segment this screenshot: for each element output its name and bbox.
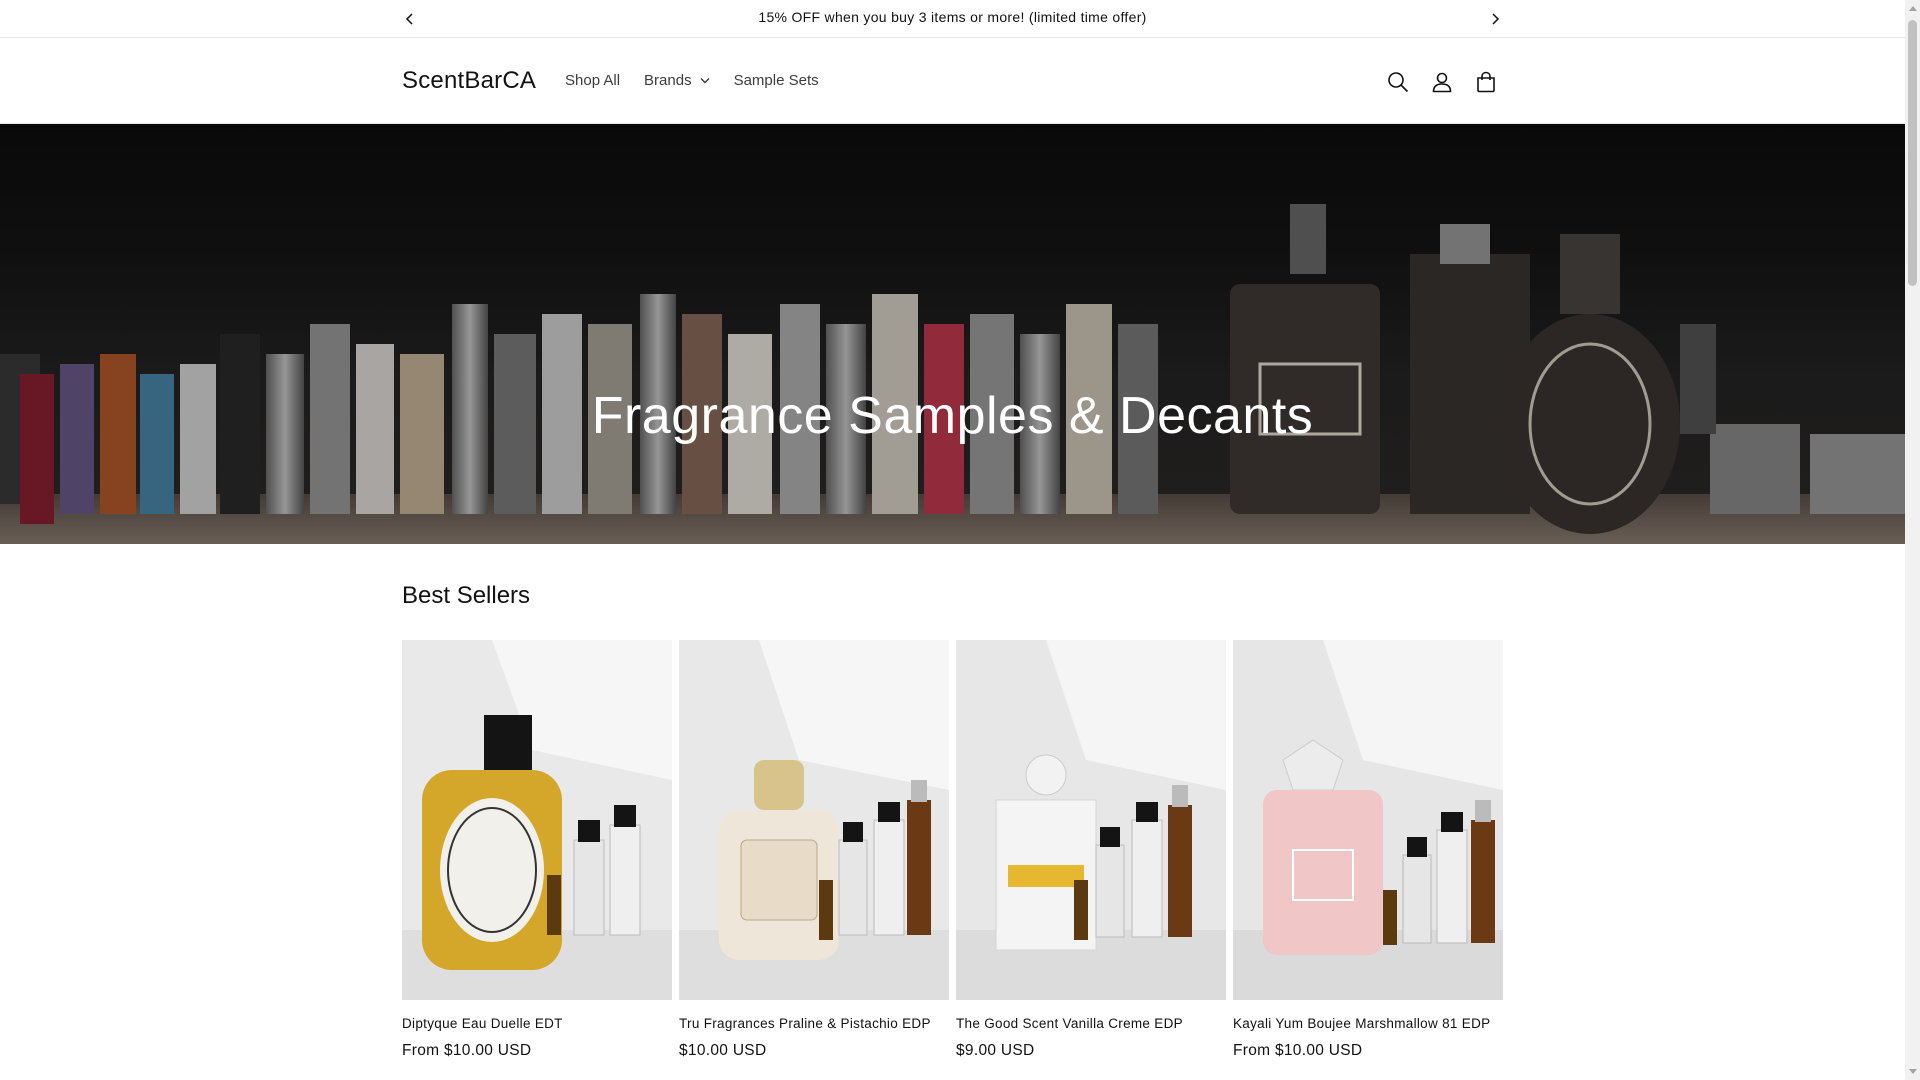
nav-item-label: Shop All: [565, 72, 621, 89]
announcement-next-button[interactable]: [1484, 8, 1506, 30]
product-price: $9.00 USD: [956, 1042, 1035, 1059]
product-image[interactable]: [1233, 640, 1503, 1000]
main-nav: Shop All Brands Sample Sets: [565, 72, 843, 89]
product-title[interactable]: Tru Fragrances Praline & Pistachio EDP: [679, 1016, 949, 1031]
site-header: ScentBarCA Shop All Brands Sample Sets: [0, 38, 1905, 124]
cart-button[interactable]: [1470, 66, 1502, 98]
section-title: Best Sellers: [402, 582, 531, 609]
product-card[interactable]: Tru Fragrances Praline & Pistachio EDP $…: [679, 640, 949, 1060]
product-title[interactable]: Diptyque Eau Duelle EDT: [402, 1016, 672, 1031]
nav-item-sample-sets[interactable]: Sample Sets: [734, 72, 819, 89]
product-photo: [679, 640, 949, 1000]
scroll-up-arrow[interactable]: [1908, 3, 1917, 13]
product-card[interactable]: Diptyque Eau Duelle EDT From $10.00 USD: [402, 640, 672, 1060]
announcement-text: 15% OFF when you buy 3 items or more! (l…: [758, 9, 1147, 25]
chevron-down-icon: [700, 77, 710, 84]
chevron-right-icon: [1492, 13, 1500, 25]
product-price: From $10.00 USD: [402, 1042, 532, 1059]
product-title[interactable]: Kayali Yum Boujee Marshmallow 81 EDP: [1233, 1016, 1503, 1031]
page-scrollbar[interactable]: [1905, 0, 1920, 1080]
page: 15% OFF when you buy 3 items or more! (l…: [0, 0, 1905, 1080]
scrollbar-thumb[interactable]: [1908, 20, 1917, 286]
header-icons: [1382, 66, 1514, 98]
product-photo: [402, 640, 672, 1000]
product-price: From $10.00 USD: [1233, 1042, 1363, 1059]
product-photo: [1233, 640, 1503, 1000]
account-button[interactable]: [1426, 66, 1458, 98]
scroll-down-arrow[interactable]: [1908, 1067, 1917, 1077]
nav-item-brands[interactable]: Brands: [644, 72, 710, 89]
product-title[interactable]: The Good Scent Vanilla Creme EDP: [956, 1016, 1226, 1031]
hero-title: Fragrance Samples & Decants: [591, 387, 1314, 445]
hero-banner: Fragrance Samples & Decants: [0, 124, 1905, 544]
nav-item-label: Brands: [644, 72, 692, 89]
product-price: $10.00 USD: [679, 1042, 767, 1059]
search-button[interactable]: [1382, 66, 1414, 98]
product-grid: Diptyque Eau Duelle EDT From $10.00 USD: [402, 640, 1510, 1060]
product-image[interactable]: [956, 640, 1226, 1000]
product-image[interactable]: [679, 640, 949, 1000]
store-logo[interactable]: ScentBarCA: [402, 67, 536, 95]
product-card[interactable]: Kayali Yum Boujee Marshmallow 81 EDP Fro…: [1233, 640, 1503, 1060]
product-photo: [956, 640, 1226, 1000]
product-image[interactable]: [402, 640, 672, 1000]
account-icon: [1432, 72, 1452, 93]
announcement-bar: 15% OFF when you buy 3 items or more! (l…: [0, 0, 1905, 38]
cart-icon: [1477, 71, 1495, 93]
hero-overlay: [0, 124, 1905, 544]
search-icon: [1388, 72, 1409, 93]
nav-item-shop-all[interactable]: Shop All: [565, 72, 620, 89]
product-card[interactable]: The Good Scent Vanilla Creme EDP $9.00 U…: [956, 640, 1226, 1060]
nav-item-label: Sample Sets: [733, 72, 819, 89]
